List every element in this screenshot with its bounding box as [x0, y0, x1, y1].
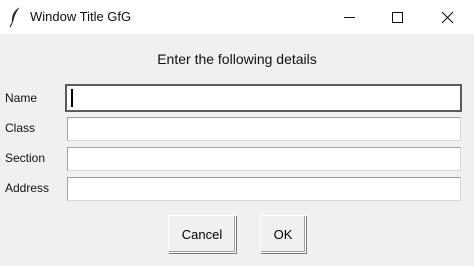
class-label: Class	[5, 121, 36, 135]
class-field[interactable]	[67, 117, 461, 141]
feather-icon	[8, 6, 24, 28]
ok-button[interactable]: OK	[260, 215, 306, 253]
name-label: Name	[5, 91, 38, 105]
name-field[interactable]	[65, 84, 462, 112]
title-bar[interactable]: Window Title GfG	[0, 0, 474, 34]
minimize-button[interactable]	[326, 0, 372, 34]
form-heading: Enter the following details	[157, 51, 317, 67]
close-button[interactable]	[424, 0, 470, 34]
close-icon	[441, 11, 454, 24]
text-caret	[71, 89, 73, 107]
section-field[interactable]	[67, 147, 461, 171]
maximize-icon	[392, 12, 403, 23]
address-field[interactable]	[67, 177, 461, 201]
minimize-icon	[344, 17, 355, 18]
maximize-button[interactable]	[374, 0, 420, 34]
section-label: Section	[5, 151, 46, 165]
tk-dialog-window: Window Title GfG Enter the following det…	[0, 0, 474, 266]
address-label: Address	[5, 181, 50, 195]
cancel-button[interactable]: Cancel	[168, 215, 236, 253]
window-title: Window Title GfG	[30, 9, 132, 24]
